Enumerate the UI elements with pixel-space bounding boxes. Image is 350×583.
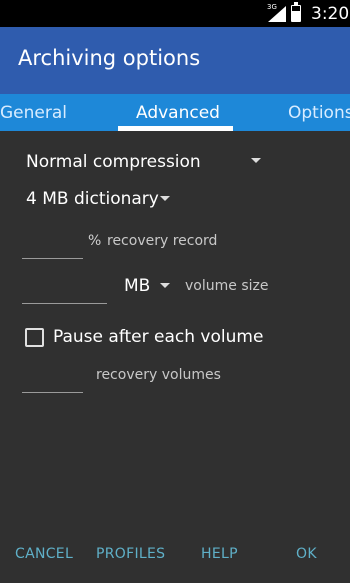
ok-button[interactable]: OK xyxy=(296,546,317,562)
recovery-record-unit: % xyxy=(88,233,102,249)
chevron-down-icon xyxy=(160,283,170,288)
dictionary-value: 4 MB dictionary xyxy=(26,189,159,209)
battery-icon xyxy=(291,2,301,22)
chevron-down-icon xyxy=(251,158,261,163)
recovery-volumes-label: recovery volumes xyxy=(96,367,221,383)
pause-after-volume-label[interactable]: Pause after each volume xyxy=(53,327,263,347)
dialog-header: Archiving options xyxy=(0,27,350,94)
cancel-button[interactable]: CANCEL xyxy=(15,546,73,562)
profiles-button[interactable]: PROFILES xyxy=(96,546,165,562)
pause-after-volume-checkbox[interactable] xyxy=(25,328,44,347)
recovery-volumes-input[interactable] xyxy=(22,392,83,393)
dialog-title: Archiving options xyxy=(18,46,201,70)
volume-size-label: volume size xyxy=(185,278,269,294)
chevron-down-icon xyxy=(160,196,170,201)
tab-options[interactable]: Options xyxy=(288,103,350,123)
clock: 3:20 xyxy=(311,4,350,24)
tab-general[interactable]: General xyxy=(0,103,67,123)
recovery-record-input[interactable] xyxy=(22,258,83,259)
help-button[interactable]: HELP xyxy=(201,546,238,562)
tab-advanced[interactable]: Advanced xyxy=(136,103,220,123)
cell-signal-icon xyxy=(268,6,286,22)
status-bar: 3G 3:20 xyxy=(0,0,350,27)
volume-size-input[interactable] xyxy=(22,303,107,304)
volume-unit-value: MB xyxy=(124,276,151,296)
recovery-record-label: recovery record xyxy=(107,233,218,249)
compression-value: Normal compression xyxy=(26,152,201,172)
